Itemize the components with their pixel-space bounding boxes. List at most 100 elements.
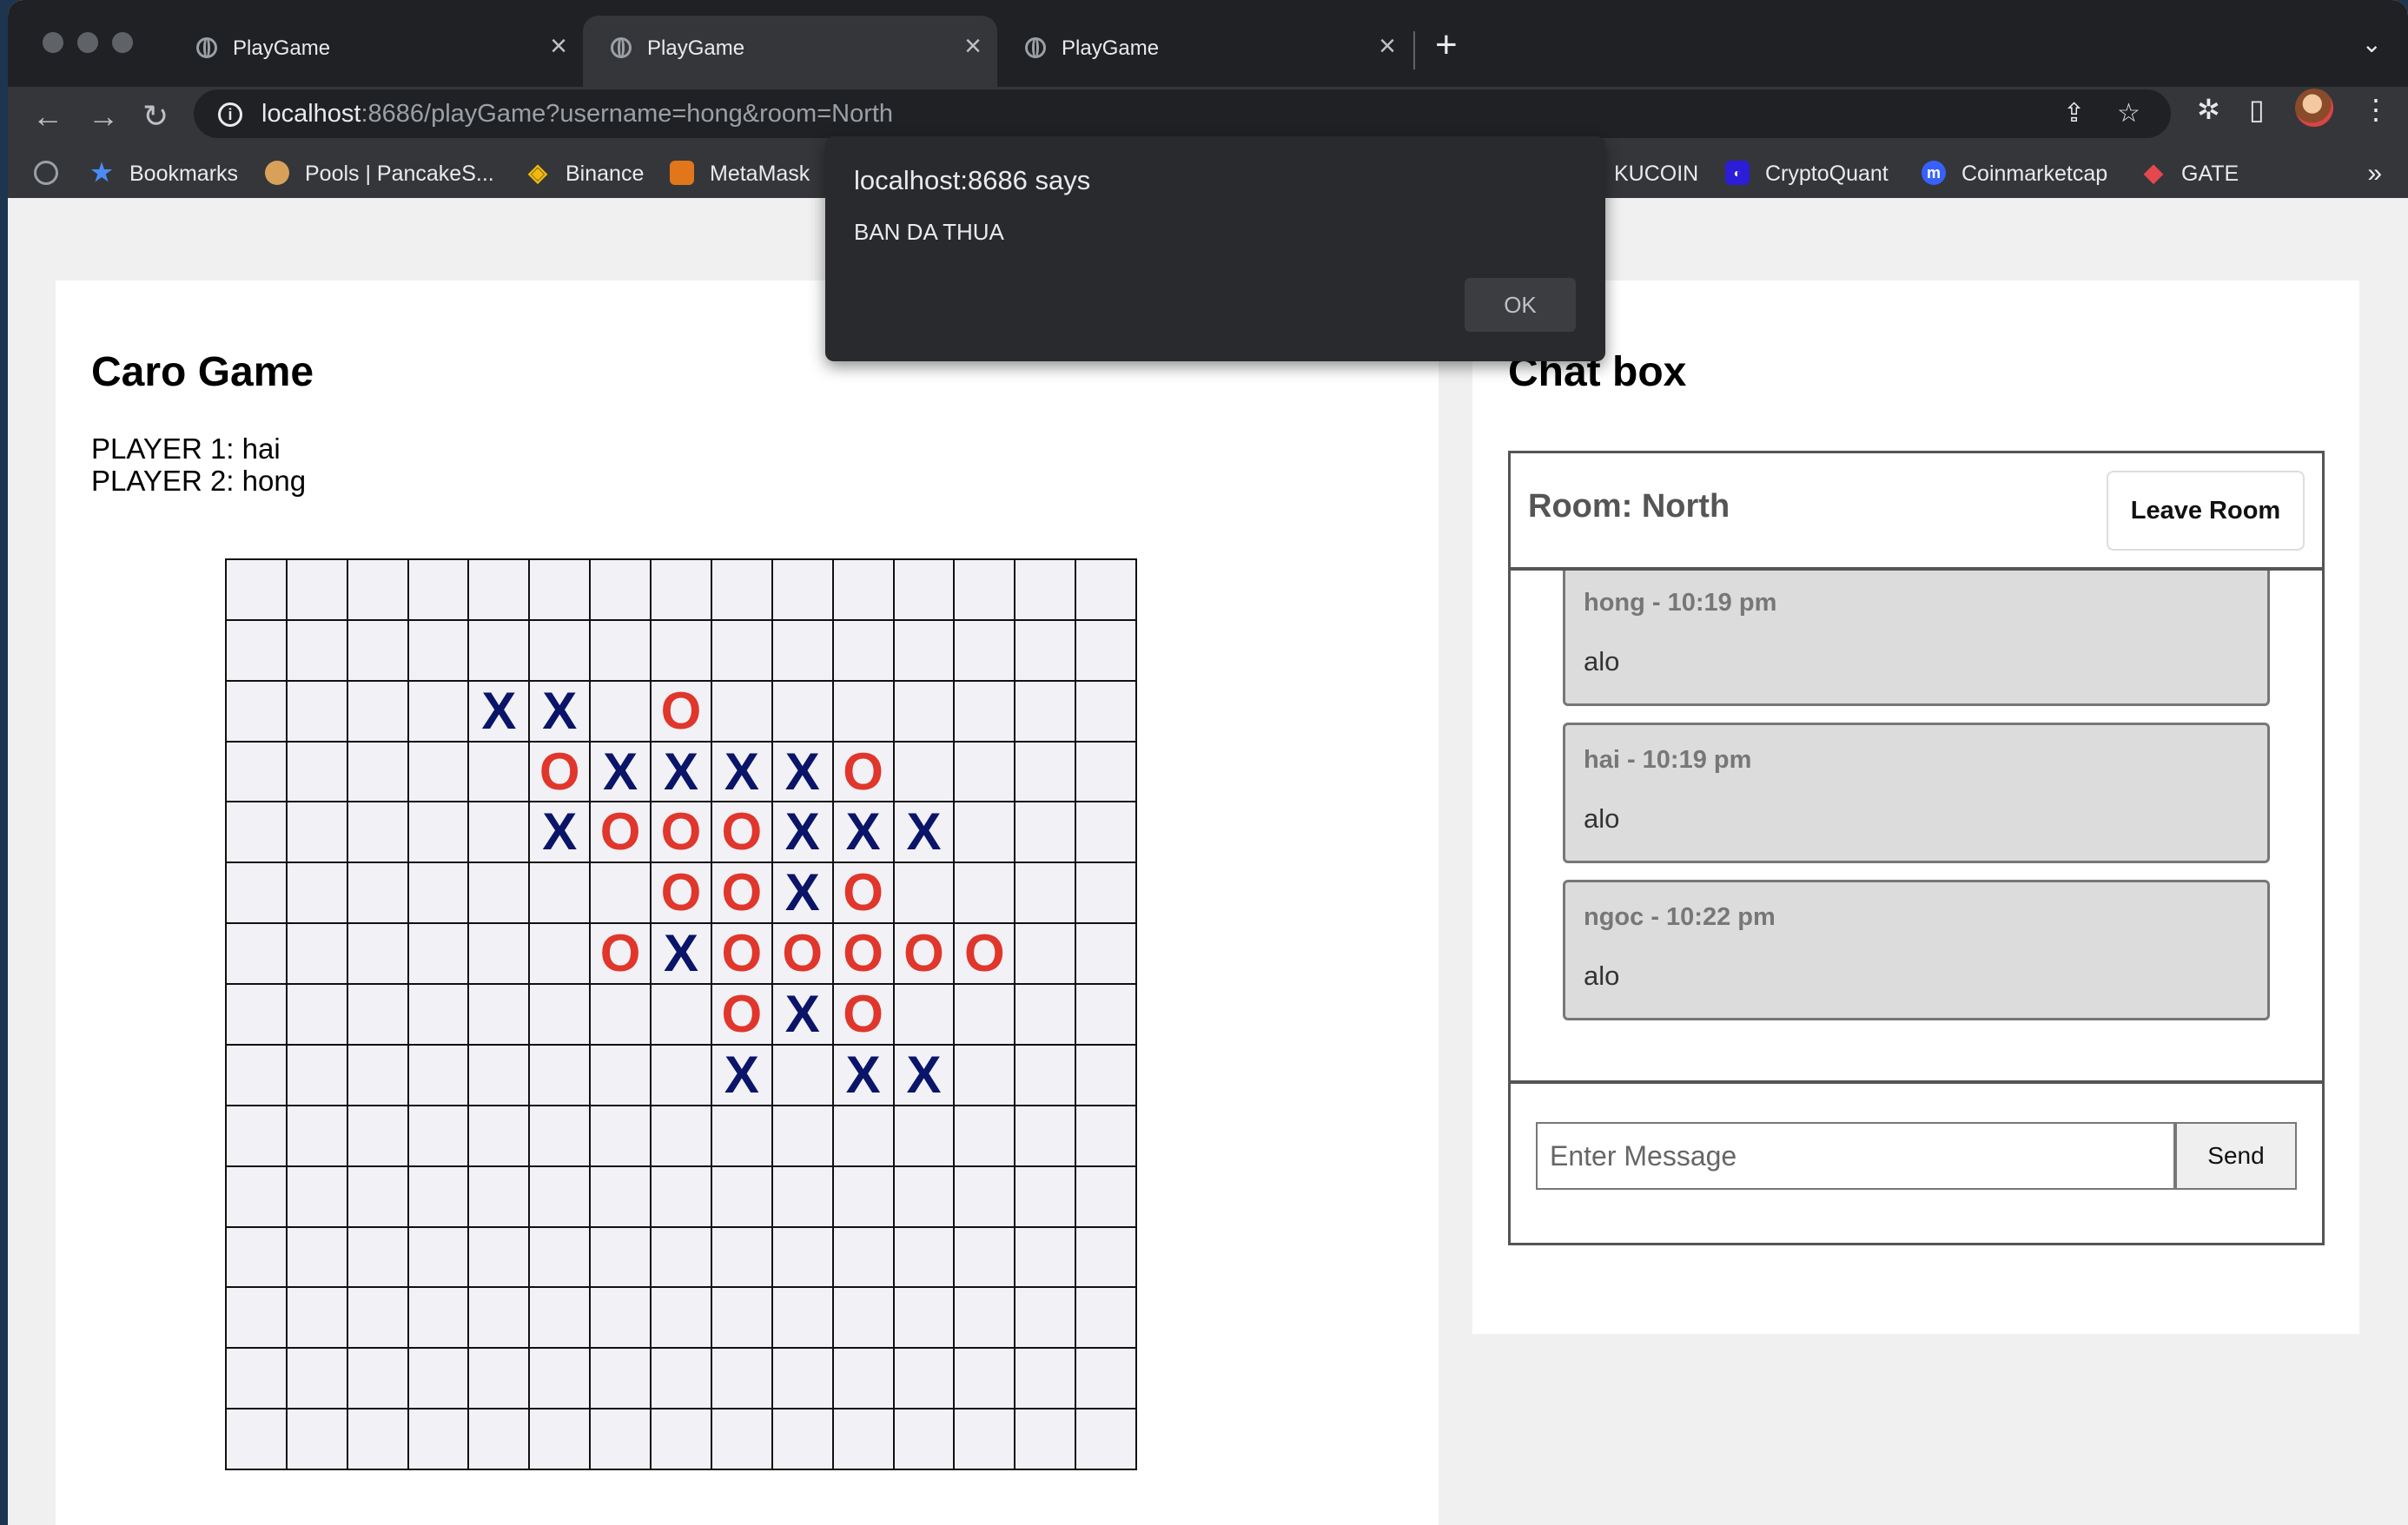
board-cell[interactable] bbox=[408, 1409, 470, 1470]
board-cell[interactable] bbox=[287, 681, 348, 743]
board-cell[interactable] bbox=[1076, 1227, 1137, 1289]
board-cell[interactable]: O bbox=[530, 742, 592, 803]
board-cell[interactable] bbox=[530, 1106, 592, 1167]
board-cell[interactable] bbox=[1015, 620, 1077, 682]
board-cell[interactable] bbox=[894, 620, 956, 682]
board-cell[interactable] bbox=[408, 802, 470, 864]
board-cell[interactable] bbox=[591, 1045, 652, 1106]
board-cell[interactable]: X bbox=[652, 742, 712, 803]
board-cell[interactable] bbox=[711, 1349, 773, 1410]
board-cell[interactable] bbox=[894, 1409, 956, 1470]
board-cell[interactable] bbox=[469, 742, 531, 803]
board-cell[interactable] bbox=[772, 681, 834, 743]
board-cell[interactable]: O bbox=[833, 742, 895, 803]
board-cell[interactable]: X bbox=[772, 985, 834, 1046]
board-cell[interactable] bbox=[530, 1349, 592, 1410]
board-cell[interactable] bbox=[833, 1288, 895, 1350]
board-cell[interactable]: O bbox=[652, 802, 712, 864]
board-cell[interactable] bbox=[1015, 1106, 1077, 1167]
board-cell[interactable] bbox=[227, 742, 288, 803]
board-cell[interactable] bbox=[955, 1106, 1016, 1167]
board-cell[interactable] bbox=[955, 742, 1016, 803]
profile-avatar[interactable] bbox=[2295, 89, 2333, 127]
board-cell[interactable]: X bbox=[833, 802, 895, 864]
board-cell[interactable] bbox=[591, 620, 652, 682]
board-cell[interactable] bbox=[287, 1288, 348, 1350]
board-cell[interactable] bbox=[1015, 924, 1077, 986]
board-cell[interactable] bbox=[227, 802, 288, 864]
board-cell[interactable] bbox=[227, 681, 288, 743]
board-cell[interactable] bbox=[469, 620, 531, 682]
board-cell[interactable] bbox=[833, 1349, 895, 1410]
bookmark-item[interactable]: KUCOIN bbox=[1614, 149, 1698, 198]
board-cell[interactable] bbox=[408, 1227, 470, 1289]
board-cell[interactable] bbox=[287, 1409, 348, 1470]
board-cell[interactable] bbox=[1076, 1106, 1137, 1167]
board-cell[interactable] bbox=[469, 1349, 531, 1410]
board-cell[interactable] bbox=[591, 681, 652, 743]
more-menu-icon[interactable]: ⋮ bbox=[2362, 96, 2390, 123]
board-cell[interactable] bbox=[287, 742, 348, 803]
board-cell[interactable] bbox=[711, 681, 773, 743]
window-close-control[interactable] bbox=[43, 32, 63, 53]
tab-2-active[interactable]: PlayGame × bbox=[583, 16, 997, 87]
board-cell[interactable] bbox=[711, 1166, 773, 1228]
board-cell[interactable] bbox=[347, 802, 409, 864]
alert-ok-button[interactable]: OK bbox=[1465, 278, 1576, 332]
extensions-puzzle-icon[interactable]: ✲ bbox=[2197, 96, 2220, 123]
board-cell[interactable] bbox=[408, 742, 470, 803]
board-cell[interactable] bbox=[894, 1166, 956, 1228]
board-cell[interactable] bbox=[833, 1166, 895, 1228]
board-cell[interactable] bbox=[227, 1227, 288, 1289]
board-cell[interactable] bbox=[287, 863, 348, 925]
board-cell[interactable] bbox=[652, 1106, 712, 1167]
board-cell[interactable] bbox=[227, 863, 288, 925]
board-cell[interactable] bbox=[772, 560, 834, 621]
board-cell[interactable] bbox=[591, 1227, 652, 1289]
board-cell[interactable]: X bbox=[772, 742, 834, 803]
bookmark-star-icon[interactable]: ☆ bbox=[2117, 100, 2140, 128]
board-cell[interactable] bbox=[772, 1349, 834, 1410]
board-cell[interactable] bbox=[591, 1349, 652, 1410]
board-cell[interactable] bbox=[1076, 863, 1137, 925]
board-cell[interactable] bbox=[591, 1166, 652, 1228]
tab-1[interactable]: PlayGame × bbox=[169, 16, 583, 87]
board-cell[interactable] bbox=[530, 985, 592, 1046]
board-cell[interactable] bbox=[955, 1288, 1016, 1350]
board-cell[interactable] bbox=[347, 1045, 409, 1106]
board-cell[interactable] bbox=[287, 985, 348, 1046]
board-cell[interactable]: O bbox=[833, 863, 895, 925]
board-cell[interactable] bbox=[1015, 560, 1077, 621]
board-cell[interactable] bbox=[711, 1106, 773, 1167]
board-cell[interactable]: O bbox=[833, 924, 895, 986]
board-cell[interactable] bbox=[227, 1349, 288, 1410]
board-cell[interactable] bbox=[347, 560, 409, 621]
close-tab-icon[interactable]: × bbox=[964, 31, 982, 61]
board-cell[interactable] bbox=[591, 985, 652, 1046]
close-tab-icon[interactable]: × bbox=[1379, 31, 1396, 61]
board-cell[interactable] bbox=[1015, 802, 1077, 864]
board-cell[interactable] bbox=[469, 863, 531, 925]
board-cell[interactable] bbox=[530, 1288, 592, 1350]
board-cell[interactable] bbox=[1076, 560, 1137, 621]
board-cell[interactable] bbox=[347, 1288, 409, 1350]
board-cell[interactable] bbox=[1015, 863, 1077, 925]
board-cell[interactable] bbox=[1076, 681, 1137, 743]
board-cell[interactable] bbox=[287, 1045, 348, 1106]
side-panel-icon[interactable]: ▯ bbox=[2249, 96, 2265, 123]
board-cell[interactable] bbox=[530, 1166, 592, 1228]
board-cell[interactable] bbox=[591, 1288, 652, 1350]
board-cell[interactable] bbox=[469, 1409, 531, 1470]
board-cell[interactable]: X bbox=[833, 1045, 895, 1106]
board-cell[interactable] bbox=[833, 681, 895, 743]
board-cell[interactable] bbox=[469, 1045, 531, 1106]
back-arrow-icon[interactable]: ← bbox=[32, 99, 63, 134]
board-cell[interactable] bbox=[408, 620, 470, 682]
board-cell[interactable] bbox=[287, 1166, 348, 1228]
board-cell[interactable] bbox=[408, 924, 470, 986]
board-cell[interactable] bbox=[469, 1106, 531, 1167]
board-cell[interactable] bbox=[408, 1106, 470, 1167]
bookmark-item[interactable]: MetaMask bbox=[670, 149, 810, 198]
board-cell[interactable]: O bbox=[711, 985, 773, 1046]
board-cell[interactable]: O bbox=[711, 863, 773, 925]
